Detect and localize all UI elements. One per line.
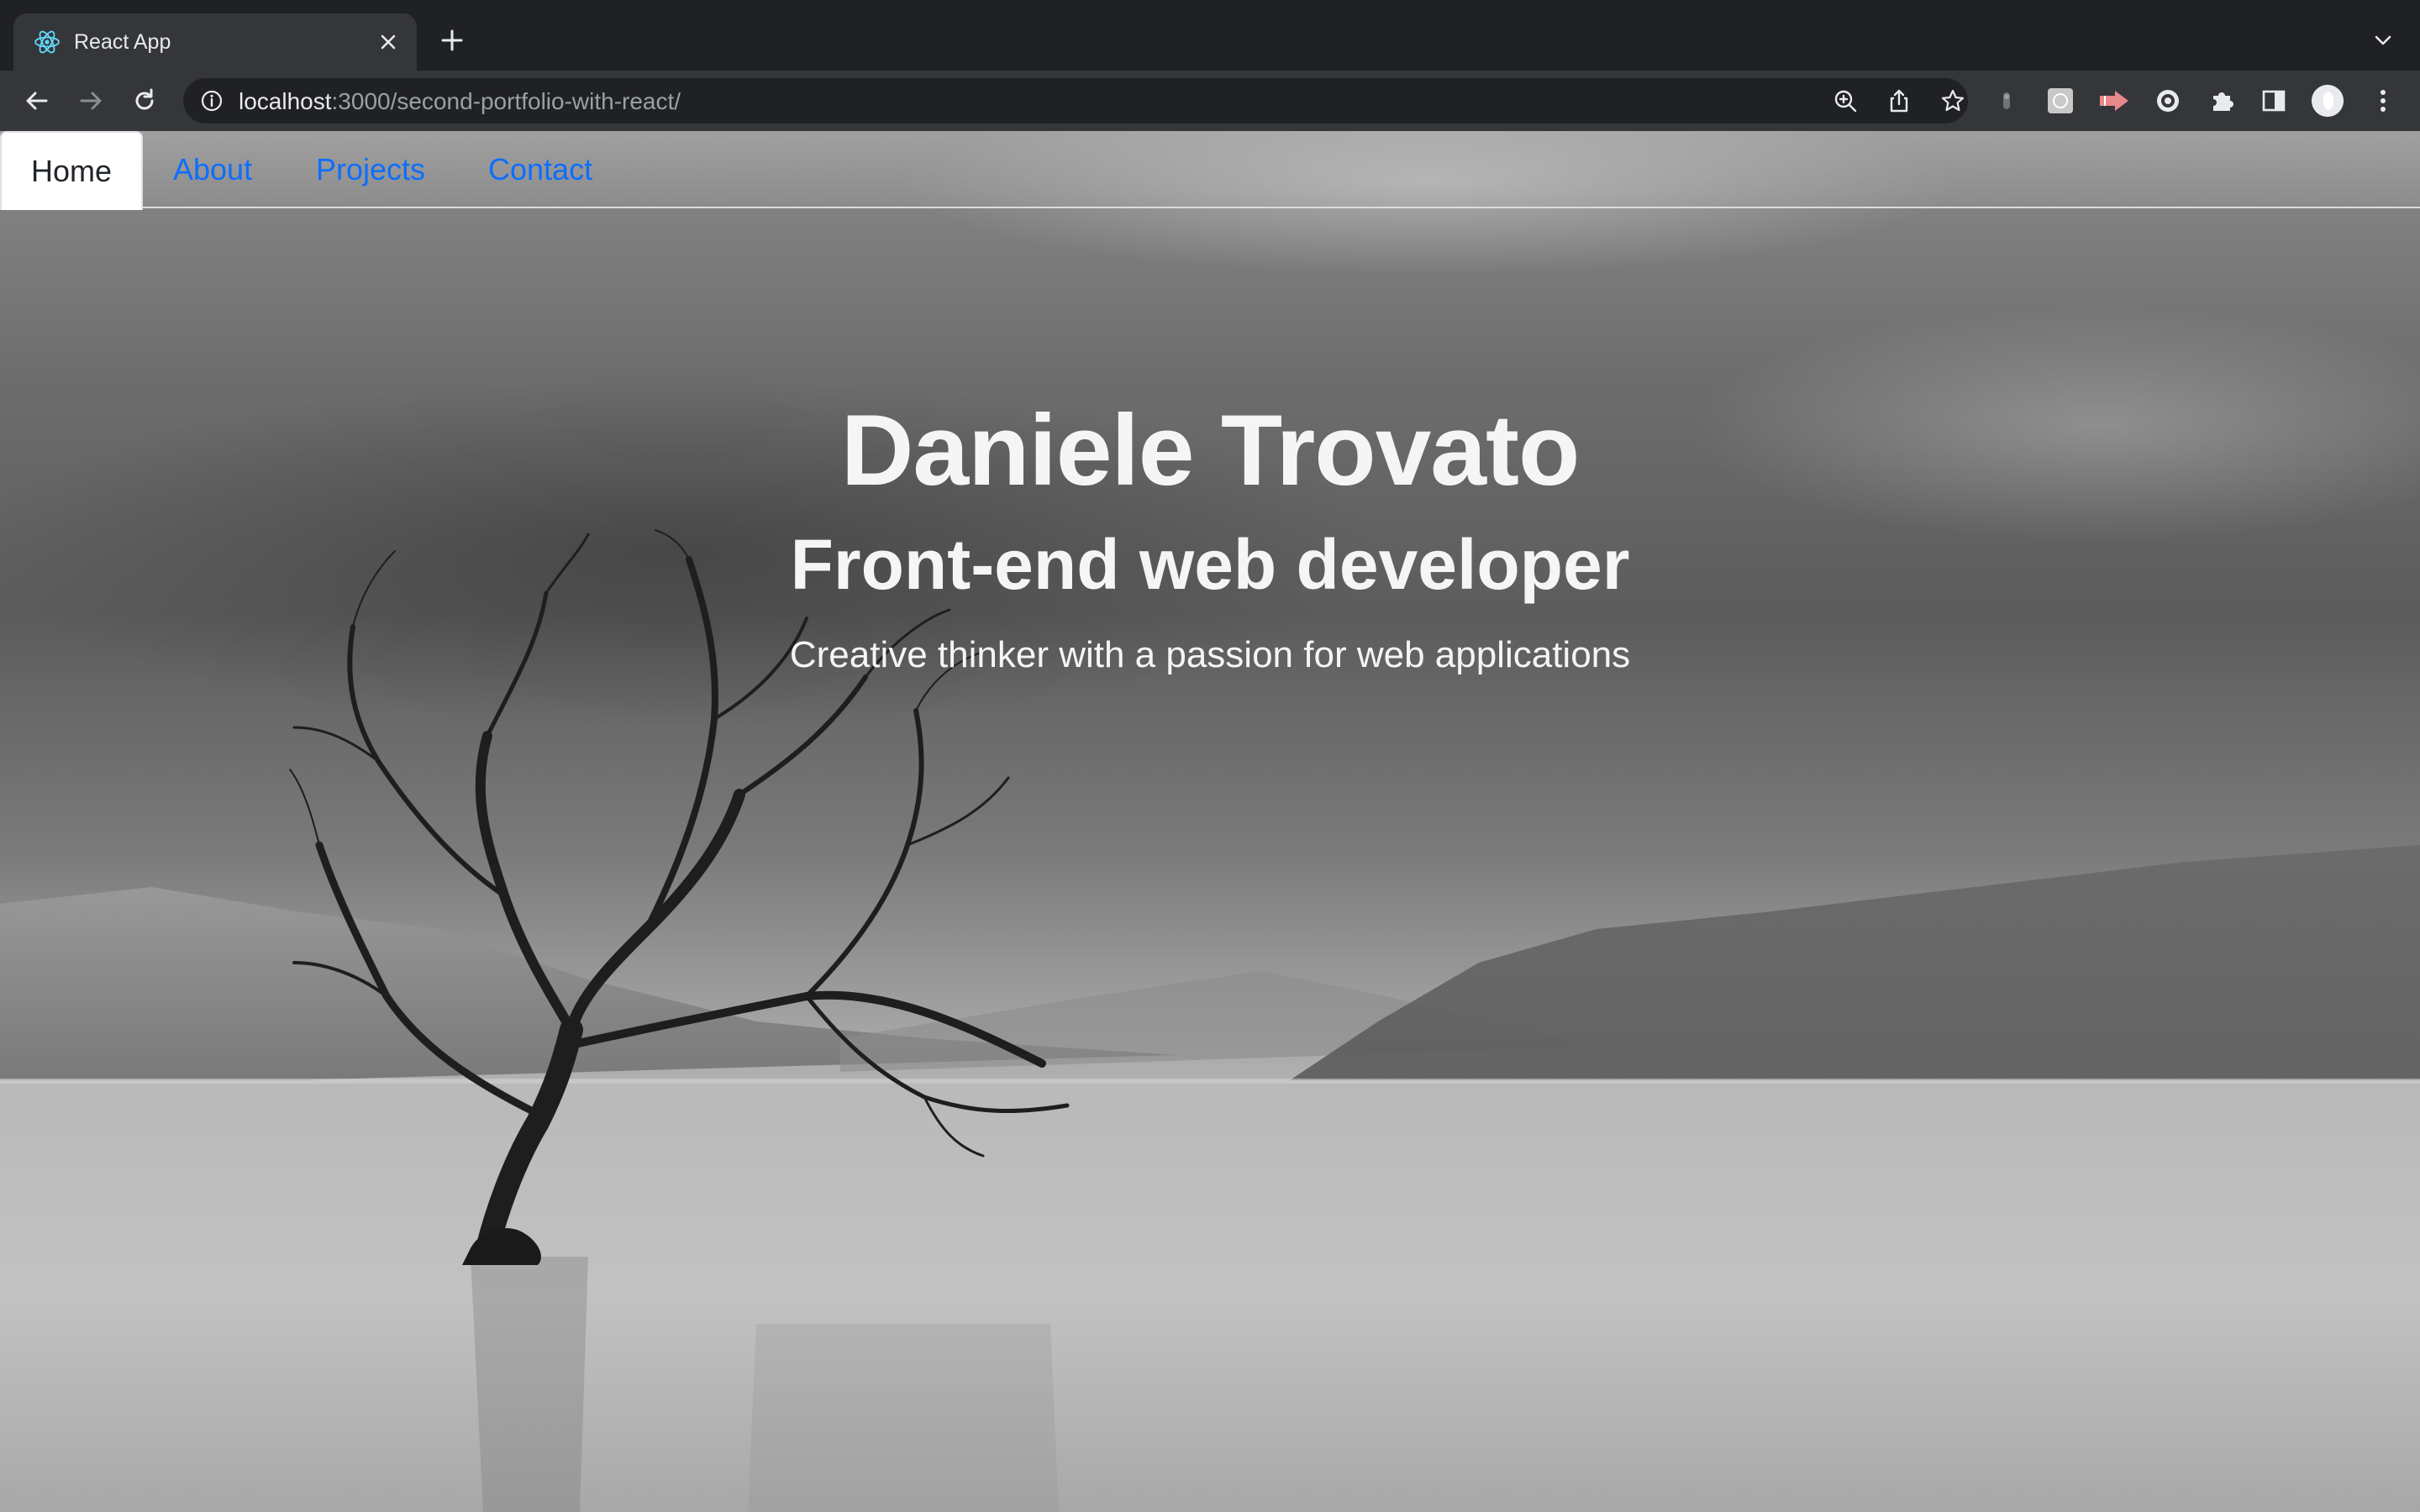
extension-square-icon [2048, 88, 2073, 113]
puzzle-icon [2213, 92, 2233, 111]
tab-search-button[interactable] [2368, 25, 2398, 55]
react-logo-icon [34, 30, 60, 54]
hero-tagline: Creative thinker with a passion for web … [789, 634, 1631, 675]
side-panel-button[interactable] [2257, 84, 2291, 118]
extension-gray-button[interactable] [1990, 84, 2023, 118]
extension-red-arrow-icon [2100, 91, 2128, 111]
address-bar[interactable]: localhost:3000/second-portfolio-with-rea… [183, 78, 1968, 123]
bookmark-button[interactable] [1939, 87, 1966, 114]
star-icon [1941, 89, 1965, 112]
tab-close-button[interactable] [371, 25, 405, 59]
page-viewport: Home About Projects Contact Daniele Trov… [0, 131, 2420, 1512]
url-path: :3000/second-portfolio-with-react/ [331, 88, 681, 114]
zoom-icon [1834, 90, 1857, 113]
forward-arrow-icon [80, 92, 102, 110]
kebab-menu-icon [2381, 90, 2386, 112]
forward-button[interactable] [74, 84, 108, 118]
profile-button[interactable] [2311, 84, 2344, 118]
reload-button[interactable] [128, 84, 161, 118]
extension-red-arrow-button[interactable] [2097, 84, 2131, 118]
plus-icon [441, 29, 463, 51]
hero-section: Daniele Trovato Front-end web developer … [0, 131, 2420, 1512]
browser-toolbar: localhost:3000/second-portfolio-with-rea… [0, 71, 2420, 131]
extension-square-button[interactable] [2044, 84, 2077, 118]
sidepanel-icon [2262, 90, 2286, 112]
url-host: localhost [239, 88, 332, 114]
info-icon[interactable] [200, 89, 224, 113]
url-text[interactable]: localhost:3000/second-portfolio-with-rea… [239, 88, 681, 115]
reload-icon [135, 88, 154, 110]
share-button[interactable] [1886, 87, 1912, 114]
extension-globe-button[interactable] [2151, 84, 2185, 118]
share-icon [1890, 89, 1908, 113]
back-arrow-icon [26, 92, 48, 110]
new-tab-button[interactable] [435, 24, 469, 57]
close-icon [381, 34, 396, 50]
extensions-button[interactable] [2205, 84, 2238, 118]
back-button[interactable] [20, 84, 54, 118]
hero-name: Daniele Trovato [840, 394, 1581, 507]
profile-avatar [2311, 84, 2344, 118]
zoom-button[interactable] [1832, 87, 1859, 114]
hero-role: Front-end web developer [790, 525, 1630, 604]
browser-tab[interactable]: React App [13, 13, 417, 71]
browser-menu-button[interactable] [2366, 84, 2400, 118]
extension-globe-icon [2157, 90, 2179, 112]
chevron-down-icon [2375, 35, 2391, 45]
extension-gray-icon [2003, 92, 2010, 109]
tab-title: React App [74, 30, 171, 54]
tab-strip: React App [0, 0, 2420, 71]
